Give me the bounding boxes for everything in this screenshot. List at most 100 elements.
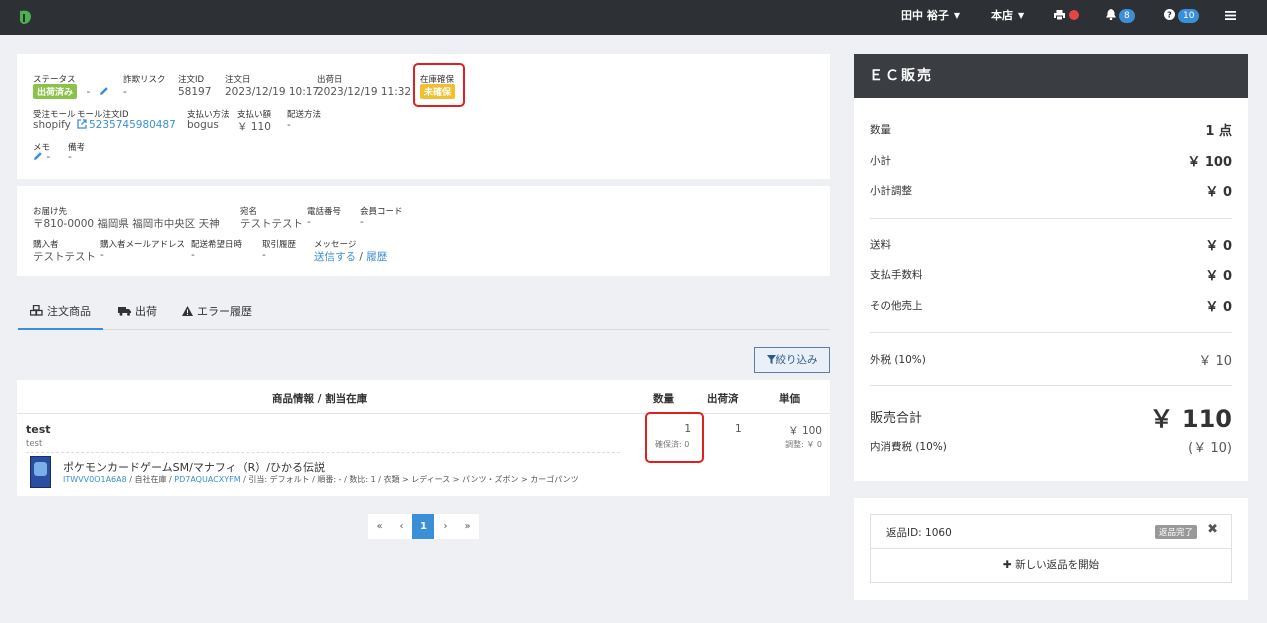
item-name: test xyxy=(26,423,51,436)
message-history-link[interactable]: 履歴 xyxy=(366,251,387,263)
status-row: 出荷済み - xyxy=(33,84,109,99)
ship-date-value: 2023/12/19 11:32 xyxy=(317,86,412,98)
return-item[interactable]: 返品ID: 1060 返品完了 ✖ xyxy=(870,514,1232,549)
order-id-label: 注文ID xyxy=(178,75,205,85)
summary-divider xyxy=(870,385,1232,386)
summary-row-shipping: 送料 ￥ 0 xyxy=(870,237,1232,254)
pencil-icon[interactable] xyxy=(33,151,43,164)
help-button[interactable]: ? 10 xyxy=(1164,0,1200,35)
tab-error-history[interactable]: エラー履歴 xyxy=(182,297,252,330)
print-button[interactable] xyxy=(1054,0,1079,35)
summary-value: (￥ 10) xyxy=(1188,441,1232,456)
summary-row-subtotal: 小計 ￥ 100 xyxy=(870,153,1232,170)
shipping-info-card xyxy=(17,186,830,276)
new-return-button[interactable]: ✚ 新しい返品を開始 xyxy=(870,549,1232,583)
price-adjustment: 調整: ￥ 0 xyxy=(785,440,822,449)
address-value: 〒810-0000 福岡県 福岡市中央区 天神 xyxy=(33,218,220,230)
summary-label: 送料 xyxy=(870,239,891,251)
message-row: 送信する / 履歴 xyxy=(314,249,387,264)
order-date-label: 注文日 xyxy=(225,75,251,85)
summary-value: ￥ 0 xyxy=(1205,300,1232,315)
user-menu[interactable]: 田中 裕子 ▼ xyxy=(901,0,960,35)
buyer-email-value: - xyxy=(100,249,104,261)
history-label: 取引履歴 xyxy=(262,240,297,250)
stock-allocation-detail: / 引当: デフォルト / 順番: - / 数比: 1 / 衣類 > レディース… xyxy=(240,475,579,484)
summary-label: 支払手数料 xyxy=(870,269,923,281)
summary-label: 外税 (10%) xyxy=(870,354,926,366)
fraud-risk-value: - xyxy=(123,86,127,98)
external-link-icon xyxy=(77,119,87,129)
column-header-shipped: 出荷済 xyxy=(707,393,739,405)
print-status-dot xyxy=(1069,10,1079,20)
hamburger-menu-button[interactable] xyxy=(1225,0,1236,35)
filter-button[interactable]: 絞り込み xyxy=(754,347,830,373)
bell-icon xyxy=(1106,9,1116,21)
tab-error-history-label: エラー履歴 xyxy=(197,305,252,318)
close-icon[interactable]: ✖ xyxy=(1207,522,1218,537)
pencil-icon[interactable] xyxy=(99,86,109,99)
item-divider xyxy=(26,452,620,453)
memo-value: - xyxy=(46,151,51,163)
send-message-link[interactable]: 送信する xyxy=(314,251,356,263)
page-prev-button[interactable]: ‹ xyxy=(390,514,413,539)
summary-row-payment-fee: 支払手数料 ￥ 0 xyxy=(870,267,1232,284)
notification-count-badge: 8 xyxy=(1119,9,1135,23)
mall-order-id-link[interactable]: 5235745980487 xyxy=(77,119,176,131)
ship-date-label: 出荷日 xyxy=(317,75,343,85)
help-count-badge: 10 xyxy=(1178,9,1200,23)
column-header-product: 商品情報 / 割当在庫 xyxy=(272,393,368,405)
item-sku: test xyxy=(26,439,43,449)
chevron-down-icon: ▼ xyxy=(1018,11,1025,20)
status-badge: 出荷済み xyxy=(33,84,78,99)
notifications-button[interactable]: 8 xyxy=(1106,0,1135,35)
buyer-value: テストテスト xyxy=(33,251,96,263)
delivery-method-value: - xyxy=(287,119,291,131)
summary-row-inner-tax: 内消費税 (10%) (￥ 10) xyxy=(870,439,1232,456)
tab-shipment[interactable]: 出荷 xyxy=(118,297,157,330)
stock-code-link[interactable]: ITWVV0O1A6A8 xyxy=(63,475,127,484)
delivery-date-label: 配送希望日時 xyxy=(191,240,243,250)
mall-value: shopify xyxy=(33,119,71,131)
user-name: 田中 裕子 xyxy=(901,9,949,22)
summary-divider xyxy=(870,218,1232,219)
return-id: 返品ID: 1060 xyxy=(886,527,952,539)
page-last-button[interactable]: » xyxy=(456,514,479,539)
summary-label: 数量 xyxy=(870,124,891,136)
menu-icon xyxy=(1225,11,1236,20)
location-code-link[interactable]: PD7AQUACXYFM xyxy=(174,475,240,484)
summary-value: 1 点 xyxy=(1205,124,1232,139)
summary-row-quantity: 数量 1 点 xyxy=(870,122,1232,139)
summary-value: ￥ 0 xyxy=(1205,185,1232,200)
summary-row-total: 販売合計 ￥ 110 xyxy=(870,405,1232,433)
table-header-divider xyxy=(17,413,830,414)
cubes-icon xyxy=(29,304,43,316)
column-header-quantity: 数量 xyxy=(653,393,674,405)
total-value: ￥ 110 xyxy=(1149,405,1232,433)
filter-button-label: 絞り込み xyxy=(775,354,818,366)
shipped-value: 1 xyxy=(735,423,742,435)
app-logo-icon[interactable] xyxy=(17,9,33,25)
mall-order-id-value: 5235745980487 xyxy=(89,119,176,131)
store-menu[interactable]: 本店 ▼ xyxy=(991,0,1024,35)
phone-value: - xyxy=(307,216,311,228)
new-return-label: 新しい返品を開始 xyxy=(1015,559,1100,571)
summary-divider xyxy=(870,332,1232,333)
page-next-button[interactable]: › xyxy=(434,514,457,539)
tab-order-items[interactable]: 注文商品 xyxy=(18,297,103,330)
note-value: - xyxy=(68,151,72,163)
top-navbar: 田中 裕子 ▼ 本店 ▼ 8 ? 10 xyxy=(0,0,1267,35)
store-name: 本店 xyxy=(991,9,1013,22)
page-1-button[interactable]: 1 xyxy=(412,514,435,539)
summary-row-other-sales: その他売上 ￥ 0 xyxy=(870,298,1232,315)
total-label: 販売合計 xyxy=(870,411,923,426)
summary-value: ￥ 10 xyxy=(1198,354,1232,369)
plus-icon: ✚ xyxy=(1002,559,1012,571)
summary-value: ￥ 0 xyxy=(1205,269,1232,284)
chevron-down-icon: ▼ xyxy=(953,11,960,20)
product-thumbnail[interactable] xyxy=(30,456,51,488)
return-status-badge: 返品完了 xyxy=(1154,525,1197,539)
page-first-button[interactable]: « xyxy=(368,514,391,539)
summary-label: 小計 xyxy=(870,155,891,167)
tab-shipment-label: 出荷 xyxy=(135,305,157,318)
order-id-value: 58197 xyxy=(178,86,212,98)
